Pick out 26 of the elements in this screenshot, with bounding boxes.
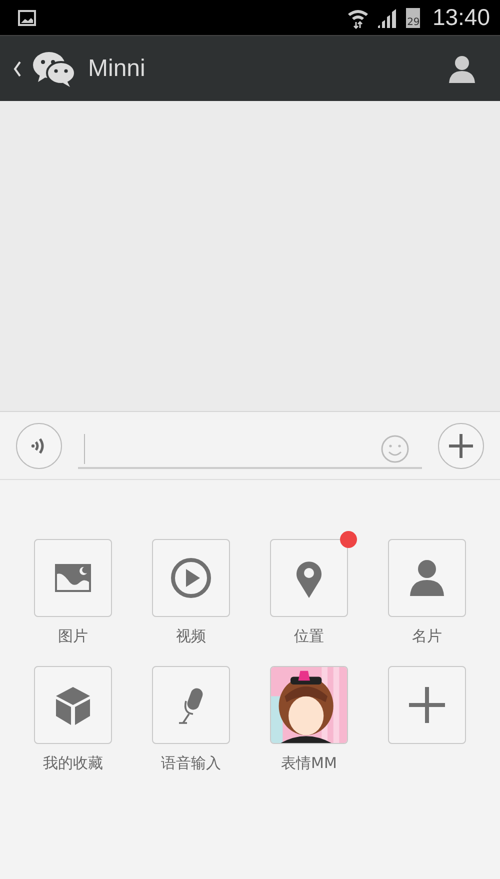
app-tile[interactable] (270, 539, 348, 617)
app-tile[interactable] (388, 539, 466, 617)
plus-icon (448, 432, 474, 458)
signal-icon (376, 8, 398, 28)
app-tile[interactable] (152, 539, 230, 617)
tile-label: 位置 (294, 627, 324, 646)
tile-label: 图片 (58, 627, 88, 646)
tile-label: 表情MM (281, 754, 337, 773)
app-tile[interactable] (34, 666, 112, 744)
voice-button[interactable] (16, 422, 62, 468)
chat-bubbles-icon (32, 50, 76, 86)
play-icon (169, 556, 213, 600)
back-icon[interactable] (12, 60, 22, 78)
battery-icon: 29 (406, 8, 420, 28)
tile-label: 视频 (176, 627, 206, 646)
app-tile[interactable] (34, 539, 112, 617)
tile-label: 我的收藏 (43, 754, 103, 773)
image-icon (18, 10, 36, 26)
status-time: 13:40 (432, 4, 490, 31)
person-icon[interactable] (448, 54, 476, 82)
tile-label: 名片 (412, 627, 442, 646)
app-tile[interactable] (388, 666, 466, 744)
tile-label: 语音输入 (161, 754, 221, 773)
add-button[interactable] (438, 422, 484, 468)
app-tile[interactable] (152, 666, 230, 744)
chat-title: Minni (88, 54, 146, 82)
